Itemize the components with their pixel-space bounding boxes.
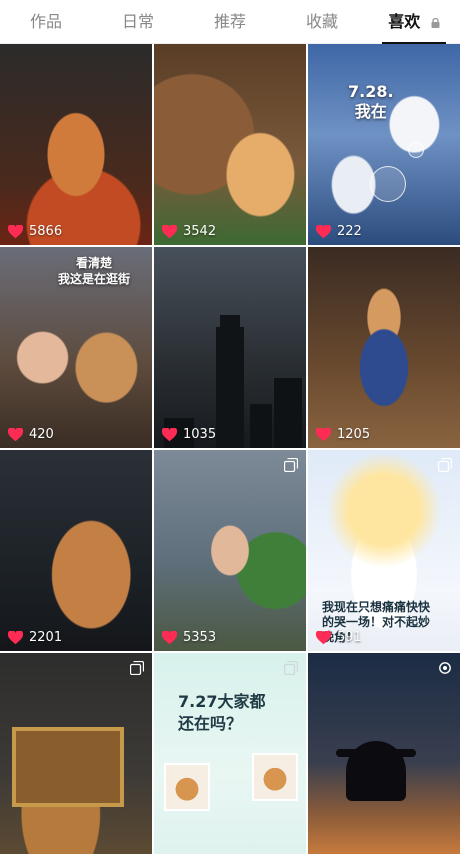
settings-icon bbox=[439, 662, 451, 674]
like-count: 2201 bbox=[8, 630, 62, 645]
video-thumbnail[interactable]: 我现在只想痛痛快快 的哭一场！对不起妙 晚角！ 591 bbox=[308, 450, 460, 651]
video-thumbnail[interactable]: 7.28. 我在 222 bbox=[308, 44, 460, 245]
heart-icon bbox=[162, 427, 177, 441]
heart-icon bbox=[316, 224, 331, 238]
video-thumbnail[interactable]: 5353 bbox=[154, 450, 306, 651]
multi-photo-icon bbox=[130, 661, 144, 675]
like-count-value: 591 bbox=[337, 630, 362, 645]
building-silhouette bbox=[274, 378, 302, 448]
video-thumbnail[interactable]: 7.27大家都 还在吗？ bbox=[154, 653, 306, 854]
video-thumbnail[interactable]: 1205 bbox=[308, 247, 460, 448]
like-count: 420 bbox=[8, 427, 54, 442]
video-thumbnail[interactable]: 3542 bbox=[154, 44, 306, 245]
like-count: 1205 bbox=[316, 427, 370, 442]
video-thumbnail[interactable]: 2201 bbox=[0, 450, 152, 651]
tab-daily[interactable]: 日常 bbox=[92, 0, 184, 44]
multi-photo-icon bbox=[284, 458, 298, 472]
person-silhouette bbox=[336, 741, 416, 801]
multi-photo-icon bbox=[438, 458, 452, 472]
tab-favorites-label: 收藏 bbox=[305, 11, 338, 31]
video-thumbnail[interactable]: 5866 bbox=[0, 44, 152, 245]
video-thumbnail[interactable] bbox=[308, 653, 460, 854]
like-count: 5866 bbox=[8, 224, 62, 239]
tab-favorites[interactable]: 收藏 bbox=[276, 0, 368, 44]
like-count: 5353 bbox=[162, 630, 216, 645]
video-thumbnail[interactable]: 1035 bbox=[154, 247, 306, 448]
like-count-value: 5353 bbox=[183, 630, 217, 645]
like-count-value: 5866 bbox=[29, 224, 63, 239]
heart-icon bbox=[8, 224, 23, 238]
picture-frame bbox=[12, 727, 124, 807]
like-count: 1035 bbox=[162, 427, 216, 442]
video-caption: 看清楚 我这是在逛街 bbox=[58, 256, 131, 286]
multi-photo-icon bbox=[284, 661, 298, 675]
tab-likes-label: 喜欢 bbox=[388, 11, 421, 31]
building-silhouette bbox=[250, 404, 272, 448]
tab-recommend[interactable]: 推荐 bbox=[184, 0, 276, 44]
tab-works[interactable]: 作品 bbox=[0, 0, 92, 44]
like-count-value: 1205 bbox=[337, 427, 371, 442]
heart-icon bbox=[162, 630, 177, 644]
profile-tabs: 作品 日常 推荐 收藏 喜欢 bbox=[0, 0, 460, 44]
tab-recommend-label: 推荐 bbox=[213, 11, 246, 31]
tab-daily-label: 日常 bbox=[121, 11, 154, 31]
bubble-decoration bbox=[370, 166, 406, 202]
video-caption: 7.28. 我在 bbox=[348, 82, 394, 121]
lock-icon bbox=[431, 17, 440, 28]
video-thumbnail[interactable]: 看清楚 我这是在逛街 420 bbox=[0, 247, 152, 448]
like-count-value: 222 bbox=[337, 224, 362, 239]
bubble-decoration bbox=[408, 142, 424, 158]
video-grid: 5866 3542 7.28. 我在 222 看清楚 我这是在逛街 420 10… bbox=[0, 44, 460, 854]
tower-silhouette bbox=[216, 315, 244, 448]
tab-likes[interactable]: 喜欢 bbox=[368, 0, 460, 44]
like-count: 3542 bbox=[162, 224, 216, 239]
video-caption: 7.27大家都 还在吗？ bbox=[178, 692, 266, 733]
like-count: 222 bbox=[316, 224, 362, 239]
heart-icon bbox=[8, 427, 23, 441]
heart-icon bbox=[316, 630, 331, 644]
tab-works-label: 作品 bbox=[29, 11, 62, 31]
heart-icon bbox=[162, 224, 177, 238]
like-count-value: 2201 bbox=[29, 630, 63, 645]
video-thumbnail[interactable] bbox=[0, 653, 152, 854]
like-count-value: 3542 bbox=[183, 224, 217, 239]
heart-icon bbox=[316, 427, 331, 441]
dog-photo bbox=[164, 763, 210, 811]
like-count-value: 420 bbox=[29, 427, 54, 442]
like-count: 591 bbox=[316, 630, 362, 645]
dog-photo bbox=[252, 753, 298, 801]
like-count-value: 1035 bbox=[183, 427, 217, 442]
heart-icon bbox=[8, 630, 23, 644]
